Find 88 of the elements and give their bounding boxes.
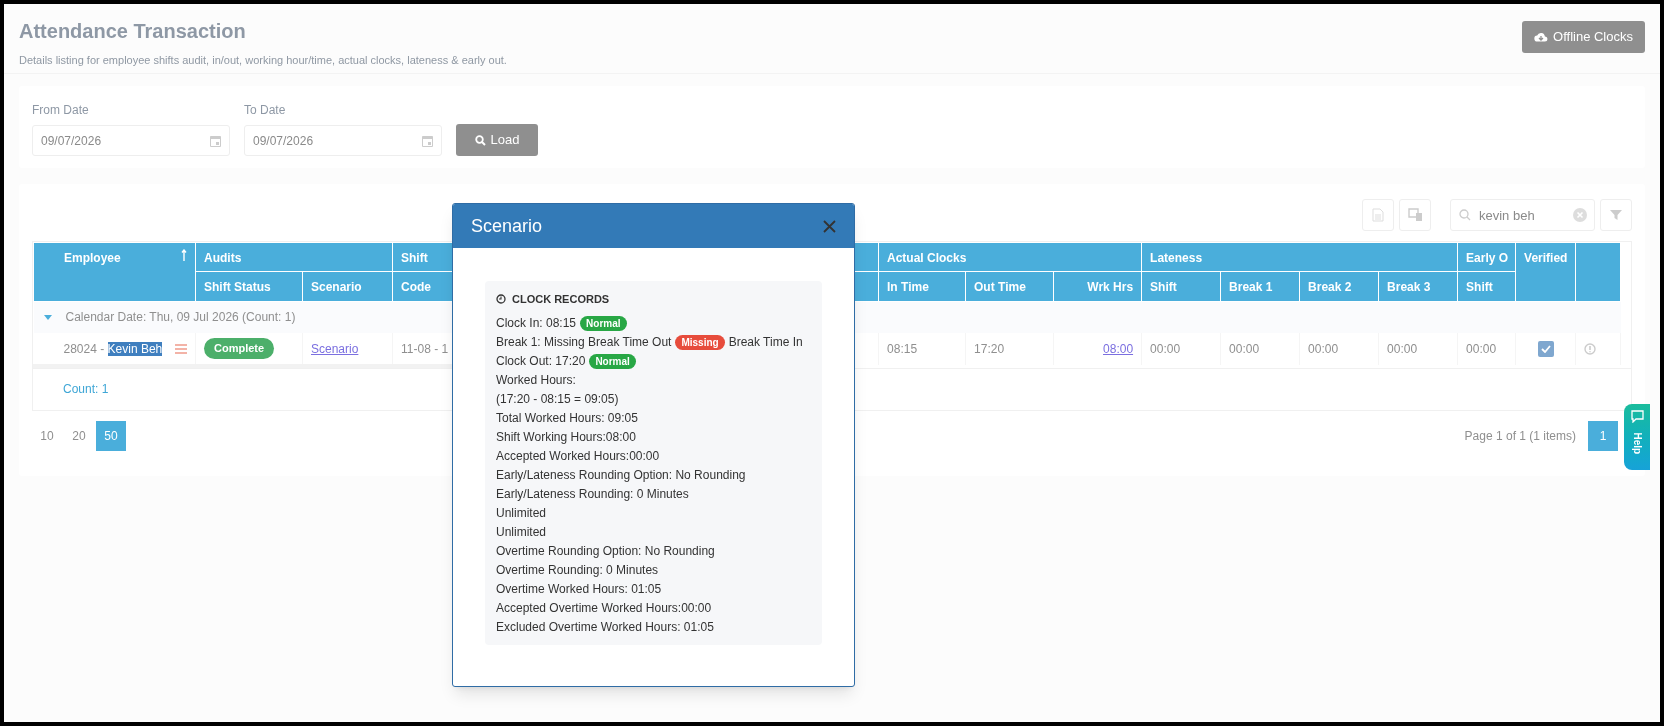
column-header[interactable]: Employee: [64, 249, 121, 267]
employee-name: 28024 - Kevin Beh: [63, 340, 163, 358]
calendar-icon[interactable]: [422, 135, 433, 147]
record-text: Clock In: 08:15: [496, 315, 577, 332]
count-label: Count: 1: [63, 381, 109, 398]
page-title: Attendance Transaction: [19, 19, 247, 44]
table-cell: 00:00: [1457, 332, 1516, 365]
record-text: Break Time In: [728, 334, 803, 351]
chat-icon: [1630, 410, 1644, 423]
column-header: In Time: [878, 271, 966, 302]
record-text: Unlimited: [496, 524, 546, 541]
search-field[interactable]: kevin beh: [1450, 199, 1595, 231]
verified-checkbox[interactable]: [1537, 340, 1554, 357]
column-header: Shift: [1457, 271, 1516, 302]
load-button[interactable]: Load: [456, 124, 538, 156]
clock-icon: [496, 294, 506, 305]
search-icon: [474, 134, 486, 146]
export-document-button[interactable]: [1399, 199, 1431, 231]
record-text: Excluded Overtime Worked Hours: 01:05: [496, 619, 714, 636]
field-label: To Date: [244, 102, 287, 119]
worked-hours-link[interactable]: 08:00: [1103, 341, 1134, 356]
export-excel-button[interactable]: [1362, 199, 1394, 231]
column-header: Lateness: [1141, 242, 1458, 272]
column-header: Shift Status: [195, 271, 303, 302]
record-text: Accepted Overtime Worked Hours:00:00: [496, 600, 712, 617]
column-header: Shift: [1141, 271, 1221, 302]
record-text: Total Worked Hours: 09:05: [496, 410, 638, 427]
page-subtitle: Details listing for employee shifts audit, in/out, working hour/time, actual clocks, lateness & early out.: [19, 53, 507, 68]
table-cell: 00:00: [1378, 332, 1458, 365]
table-cell: 00:00: [1299, 332, 1379, 365]
record-text: Overtime Rounding: 0 Minutes: [496, 562, 659, 579]
help-tab[interactable]: Help: [1624, 404, 1650, 470]
date-field[interactable]: 09/07/2026: [244, 125, 442, 156]
calendar-icon[interactable]: [210, 135, 221, 147]
collapse-caret-icon[interactable]: [43, 314, 52, 320]
info-icon[interactable]: [1584, 342, 1597, 355]
page-size-option[interactable]: 20: [64, 420, 94, 451]
menu-icon[interactable]: [175, 343, 187, 354]
column-header: Break 1: [1220, 271, 1300, 302]
status-badge: Missing: [675, 334, 725, 350]
column-header: Audits: [195, 242, 393, 272]
status-badge: Normal: [589, 353, 636, 369]
offline-clocks-button[interactable]: Offline Clocks: [1522, 21, 1645, 53]
column-header: Break 2: [1299, 271, 1379, 302]
check-icon: [1540, 344, 1551, 353]
record-text: Early/Lateness Rounding: 0 Minutes: [496, 486, 689, 503]
record-text: Overtime Rounding Option: No Rounding: [496, 543, 715, 560]
column-header: Break 3: [1378, 271, 1458, 302]
page-info: Page 1 of 1 (1 items): [1464, 427, 1576, 445]
column-header: Wrk Hrs: [1053, 271, 1142, 302]
page-size-option[interactable]: 50: [96, 420, 126, 451]
spreadsheet-icon: [1372, 208, 1384, 222]
record-text: Clock Out: 17:20: [496, 353, 586, 370]
record-text: Overtime Worked Hours: 01:05: [496, 581, 662, 598]
record-text: Unlimited: [496, 505, 546, 522]
field-label: From Date: [32, 102, 90, 119]
column-header: Scenario: [302, 271, 393, 302]
record-text: Early/Lateness Rounding Option: No Rounding: [496, 467, 746, 484]
group-row-label: Calendar Date: Thu, 09 Jul 2026 (Count: 1): [65, 309, 296, 327]
cloud-download-icon: [1534, 31, 1549, 43]
column-header: Early O: [1457, 242, 1516, 272]
record-text: (17:20 - 08:15 = 09:05): [496, 391, 619, 408]
table-cell: 00:00: [1141, 332, 1221, 365]
record-text: Accepted Worked Hours:00:00: [496, 448, 660, 465]
status-badge: Complete: [204, 338, 275, 359]
column-header: Verified: [1515, 242, 1576, 302]
documents-icon: [1407, 208, 1423, 222]
column-header: Out Time: [965, 271, 1054, 302]
clear-icon[interactable]: [1573, 208, 1587, 222]
date-field[interactable]: 09/07/2026: [32, 125, 230, 156]
page-size-option[interactable]: 10: [32, 420, 62, 451]
section-heading: CLOCK RECORDS: [512, 292, 610, 307]
close-icon[interactable]: [823, 219, 836, 233]
sort-arrow-icon[interactable]: [181, 249, 187, 261]
column-header: Actual Clocks: [878, 242, 1142, 272]
filter-button[interactable]: [1600, 199, 1632, 231]
table-cell: 00:00: [1220, 332, 1300, 365]
record-text: Worked Hours:: [496, 372, 576, 389]
table-cell: 17:20: [965, 332, 1054, 365]
table-cell: 08:15: [878, 332, 966, 365]
record-text: Shift Working Hours:08:00: [496, 429, 636, 446]
record-text: Break 1: Missing Break Time Out: [496, 334, 672, 351]
search-icon: [1459, 209, 1471, 221]
status-badge: Normal: [580, 315, 627, 331]
scenario-link[interactable]: Scenario: [311, 341, 359, 356]
dialog-title: Scenario: [471, 214, 543, 238]
filter-icon: [1610, 209, 1622, 221]
page-button[interactable]: 1: [1588, 420, 1618, 451]
